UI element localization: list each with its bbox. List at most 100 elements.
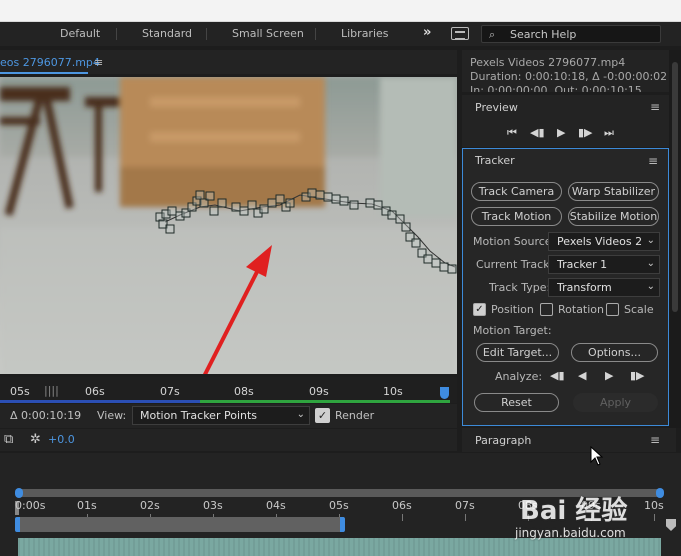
work-area-bar[interactable] bbox=[18, 517, 344, 532]
analyze-backward-icon[interactable]: ◀▮ bbox=[550, 369, 565, 382]
tracker-point[interactable] bbox=[365, 198, 375, 208]
navigator-start-handle[interactable] bbox=[15, 488, 23, 498]
tracker-point[interactable] bbox=[395, 214, 405, 224]
panel-scrollbar[interactable] bbox=[669, 50, 681, 428]
warp-stabilizer-button[interactable]: Warp Stabilizer bbox=[568, 182, 659, 201]
tracker-point[interactable] bbox=[167, 206, 177, 216]
tracker-point[interactable] bbox=[209, 206, 219, 216]
motion-source-select[interactable]: Pexels Videos 2... ⌄ bbox=[548, 232, 660, 251]
tracker-point[interactable] bbox=[195, 190, 205, 200]
timeline-label: 06s bbox=[392, 499, 412, 512]
tracker-point[interactable] bbox=[267, 198, 277, 208]
track-motion-button[interactable]: Track Motion bbox=[471, 207, 562, 226]
offset-value[interactable]: +0.0 bbox=[48, 433, 75, 446]
comp-end-marker[interactable] bbox=[666, 519, 676, 531]
tracker-point[interactable] bbox=[217, 198, 227, 208]
tracker-point[interactable] bbox=[439, 262, 449, 272]
workspace-libraries[interactable]: Libraries bbox=[341, 27, 389, 40]
playhead-handle[interactable] bbox=[440, 387, 449, 399]
workspace-small-screen[interactable]: Small Screen bbox=[232, 27, 304, 40]
analyze-forward-icon[interactable]: ▮▶ bbox=[630, 369, 645, 382]
more-workspaces-icon[interactable]: » bbox=[423, 25, 431, 40]
motion-blur-icon[interactable]: ✲ bbox=[30, 432, 41, 447]
rotation-checkbox[interactable] bbox=[540, 303, 553, 316]
snap-icon[interactable]: ⧉ bbox=[4, 432, 13, 447]
tracker-point[interactable] bbox=[401, 222, 411, 232]
work-area-start-handle[interactable] bbox=[15, 517, 20, 532]
tracker-point[interactable] bbox=[373, 200, 383, 210]
paragraph-title: Paragraph bbox=[475, 434, 532, 447]
tracker-point[interactable] bbox=[411, 238, 421, 248]
tracker-point[interactable] bbox=[165, 224, 175, 234]
layer-clip-bar[interactable] bbox=[18, 538, 661, 556]
workspace-panel-icon[interactable] bbox=[451, 27, 469, 40]
info-duration: Duration: 0:00:10:18, Δ -0:00:00:02 bbox=[470, 70, 668, 83]
workspace-separator bbox=[315, 28, 316, 40]
scale-checkbox[interactable] bbox=[606, 303, 619, 316]
tab-menu-icon[interactable]: ≡ bbox=[94, 56, 103, 69]
info-filename: Pexels Videos 2796077.mp4 bbox=[470, 56, 626, 69]
view-select-value: Motion Tracker Points bbox=[140, 409, 258, 422]
view-select[interactable]: Motion Tracker Points ⌄ bbox=[132, 406, 310, 425]
tracker-point[interactable] bbox=[349, 200, 359, 210]
info-panel: Pexels Videos 2796077.mp4 Duration: 0:00… bbox=[462, 50, 676, 92]
next-frame-icon[interactable]: ▮▶ bbox=[578, 126, 593, 139]
apply-button[interactable]: Apply bbox=[573, 393, 658, 412]
composition-tab-bar: eos 2796077.mp4 ≡ bbox=[0, 50, 457, 74]
tracker-panel: Tracker ≡ Track Camera Warp Stabilizer T… bbox=[462, 148, 669, 426]
ruler-label: 07s bbox=[160, 385, 180, 398]
tracker-point[interactable] bbox=[239, 206, 249, 216]
composition-tab[interactable]: eos 2796077.mp4 bbox=[0, 56, 100, 69]
tracker-point[interactable] bbox=[423, 254, 433, 264]
ruler-label: 10s bbox=[383, 385, 403, 398]
track-camera-button[interactable]: Track Camera bbox=[471, 182, 562, 201]
search-help-input[interactable]: ⌕ Search Help bbox=[481, 25, 661, 43]
current-track-select[interactable]: Tracker 1 ⌄ bbox=[548, 255, 660, 274]
tracker-point[interactable] bbox=[231, 202, 241, 212]
paragraph-panel: Paragraph ≡ bbox=[462, 428, 676, 452]
tracker-point[interactable] bbox=[307, 188, 317, 198]
mouse-cursor-icon bbox=[590, 446, 604, 466]
composition-viewer[interactable] bbox=[0, 77, 457, 374]
info-in-out: In: 0:00:00:00, Out: 0:00:10:15 bbox=[470, 84, 642, 92]
tracker-point[interactable] bbox=[431, 258, 441, 268]
analyze-frame-forward-icon[interactable]: ▶ bbox=[605, 369, 613, 382]
tracker-point[interactable] bbox=[339, 196, 349, 206]
options-button[interactable]: Options... bbox=[571, 343, 658, 362]
timeline-label: 05s bbox=[329, 499, 349, 512]
tracker-point[interactable] bbox=[387, 210, 397, 220]
analyze-frame-backward-icon[interactable]: ◀ bbox=[578, 369, 586, 382]
play-icon[interactable]: ▶ bbox=[557, 126, 565, 139]
tracker-point[interactable] bbox=[285, 198, 295, 208]
tracker-point[interactable] bbox=[205, 191, 215, 201]
navigator-end-handle[interactable] bbox=[656, 488, 664, 498]
preview-panel: Preview ≡ ⏮ ◀▮ ▶ ▮▶ ⏭ bbox=[462, 95, 676, 147]
track-type-select[interactable]: Transform ⌄ bbox=[548, 278, 660, 297]
ruler-label: 09s bbox=[309, 385, 329, 398]
first-frame-icon[interactable]: ⏮ bbox=[507, 126, 517, 140]
analyze-label: Analyze: bbox=[495, 370, 543, 383]
reset-button[interactable]: Reset bbox=[474, 393, 559, 412]
position-checkbox[interactable]: ✓ bbox=[473, 303, 486, 316]
stabilize-motion-button[interactable]: Stabilize Motion bbox=[568, 207, 659, 226]
work-area-bar bbox=[200, 400, 450, 403]
tracker-point[interactable] bbox=[247, 200, 257, 210]
panel-menu-icon[interactable]: ≡ bbox=[650, 100, 660, 114]
tracker-point[interactable] bbox=[447, 264, 457, 274]
last-frame-icon[interactable]: ⏭ bbox=[604, 126, 614, 140]
tracker-point[interactable] bbox=[323, 192, 333, 202]
prev-frame-icon[interactable]: ◀▮ bbox=[530, 126, 545, 139]
panel-menu-icon[interactable]: ≡ bbox=[648, 154, 658, 168]
viewer-time-ruler[interactable]: 05s |||| 06s 07s 08s 09s 10s bbox=[0, 377, 457, 403]
edit-target-button[interactable]: Edit Target... bbox=[476, 343, 559, 362]
render-checkbox[interactable]: ✓ bbox=[315, 408, 330, 423]
tracker-point[interactable] bbox=[331, 194, 341, 204]
work-area-end-handle[interactable] bbox=[340, 517, 345, 532]
panel-menu-icon[interactable]: ≡ bbox=[650, 433, 660, 447]
tracker-point[interactable] bbox=[275, 194, 285, 204]
tracker-point[interactable] bbox=[315, 190, 325, 200]
tracker-point[interactable] bbox=[259, 204, 269, 214]
workspace-standard[interactable]: Standard bbox=[142, 27, 192, 40]
scrollbar-thumb[interactable] bbox=[672, 62, 678, 312]
workspace-default[interactable]: Default bbox=[60, 27, 100, 40]
